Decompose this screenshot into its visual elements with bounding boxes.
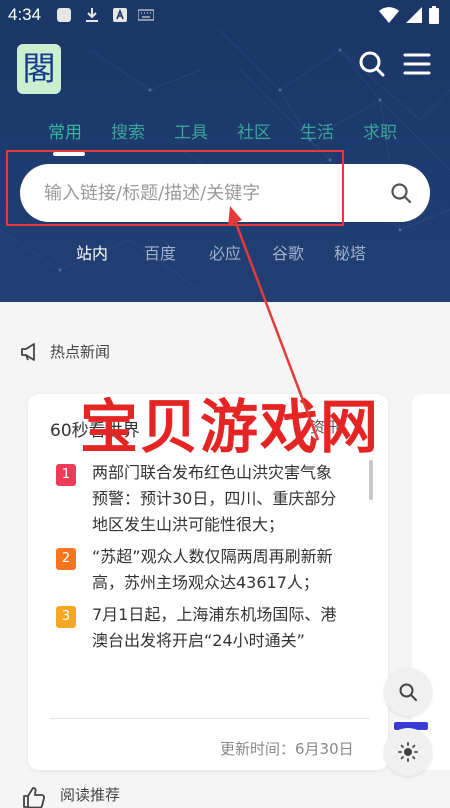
search-icon [399, 683, 417, 701]
annotation-arrow [228, 206, 320, 441]
thumbs-up-icon [23, 787, 46, 808]
floating-search-button[interactable] [384, 668, 432, 716]
theme-toggle-button[interactable] [384, 728, 432, 776]
sun-icon [398, 742, 418, 762]
recommend-title: 阅读推荐 [60, 786, 121, 804]
